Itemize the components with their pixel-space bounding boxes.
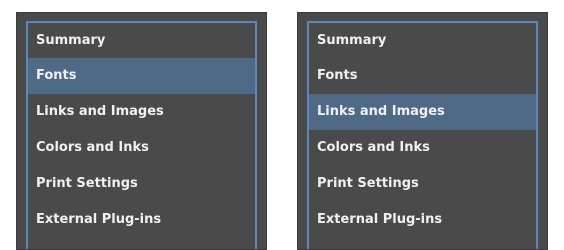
list-item-fonts[interactable]: Fonts [28,58,255,94]
list-item-external-plug-ins[interactable]: External Plug-ins [28,202,255,238]
preflight-panel-left: Summary Fonts Links and Images Colors an… [16,12,267,250]
section-list-left: Summary Fonts Links and Images Colors an… [26,21,257,249]
list-item-print-settings[interactable]: Print Settings [309,166,536,202]
list-item-print-settings[interactable]: Print Settings [28,166,255,202]
list-item-links-and-images[interactable]: Links and Images [28,94,255,130]
list-item-colors-and-inks[interactable]: Colors and Inks [309,130,536,166]
list-item-summary[interactable]: Summary [28,23,255,58]
list-item-fonts[interactable]: Fonts [309,58,536,94]
section-list-right: Summary Fonts Links and Images Colors an… [307,21,538,249]
preflight-panel-right: Summary Fonts Links and Images Colors an… [297,12,548,250]
list-item-links-and-images[interactable]: Links and Images [309,94,536,130]
list-item-external-plug-ins[interactable]: External Plug-ins [309,202,536,238]
list-item-colors-and-inks[interactable]: Colors and Inks [28,130,255,166]
list-item-summary[interactable]: Summary [309,23,536,58]
